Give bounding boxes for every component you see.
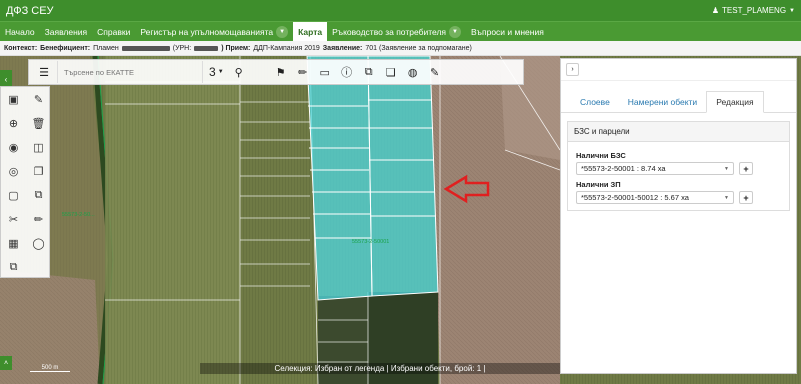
urn-label: (УРН: — [172, 44, 192, 52]
delete-icon[interactable]: 🗑 — [26, 111, 51, 135]
merge-icon[interactable]: ◎ — [1, 159, 26, 183]
nav-label: Начало — [5, 26, 35, 37]
chevron-right-icon[interactable]: › — [566, 63, 579, 76]
add-polygon-icon[interactable]: ▣ — [1, 87, 26, 111]
draw-icon[interactable]: ✏ — [26, 207, 51, 231]
rectangle-icon[interactable]: ▢ — [1, 183, 26, 207]
nav-label: Въпроси и мнения — [471, 26, 544, 37]
area-icon[interactable]: ▭ — [314, 61, 336, 83]
nav-label: Карта — [298, 26, 323, 37]
add-point-icon[interactable]: ⊕ — [1, 111, 26, 135]
bzs-row: *55573-2-50001 : 8.74 ха ▼ + — [576, 162, 781, 175]
beneficiary-label: Бенефициент: — [40, 44, 91, 52]
nav-item-reports[interactable]: Справки — [92, 22, 135, 41]
user-icon: ♟ — [711, 6, 720, 15]
nav-label: Заявления — [44, 26, 88, 37]
chevron-down-icon[interactable]: ▼ — [449, 25, 462, 38]
chevron-down-icon[interactable]: ▼ — [276, 25, 289, 38]
app-title: ДФЗ СЕУ — [6, 4, 54, 17]
edit-polygon-icon[interactable]: ✎ — [26, 87, 51, 111]
zoom-value: 3 — [209, 65, 216, 79]
main-nav: Начало Заявления Справки Регистър на упъ… — [0, 21, 801, 41]
nav-label: Регистър на упълномощаванията — [140, 26, 274, 37]
empty-slot — [26, 255, 51, 279]
caret-down-icon: ▼ — [724, 194, 729, 201]
context-bar: Контекст: Бенефициент: Пламен (УРН: ) Пр… — [0, 41, 801, 56]
nav-item-authorizations[interactable]: Регистър на упълномощаванията ▼ — [135, 22, 293, 41]
nav-label: Ръководство за потребителя — [332, 26, 447, 37]
nav-item-user-guide[interactable]: Ръководство за потребителя ▼ — [327, 22, 466, 41]
redacted-urn — [194, 45, 219, 51]
select-icon[interactable]: ❏ — [380, 61, 402, 83]
bzs-label: Налични БЗС — [576, 151, 626, 160]
expand-bottom-button[interactable]: ˄ — [0, 356, 12, 370]
locate-icon[interactable]: ◍ — [402, 61, 424, 83]
parcel-label-left: 55573-2-50... — [62, 212, 95, 218]
tab-edit[interactable]: Редакция — [706, 91, 764, 113]
split-icon[interactable]: ◫ — [26, 135, 51, 159]
nav-item-map[interactable]: Карта — [293, 22, 328, 41]
top-bar: ДФЗ СЕУ ♟ TEST_PLAMENG ▼ — [0, 0, 801, 21]
grid-icon[interactable]: ▦ — [1, 231, 26, 255]
section-body: Налични БЗС *55573-2-50001 : 8.74 ха ▼ +… — [568, 142, 789, 210]
side-panel: › Слоеве Намерени обекти Редакция БЗС и … — [560, 58, 797, 374]
map-toolbar: ☰ 3 ▼ ⚲ ⚑ ✏ ▭ ⓘ ⧉ ❏ ◍ ✎ — [28, 59, 524, 85]
add-bzs-button[interactable]: + — [739, 162, 753, 175]
nav-item-applications[interactable]: Заявления — [40, 22, 93, 41]
add-zp-button[interactable]: + — [739, 191, 753, 204]
status-bar: Селекция: Избран от легенда | Избрани об… — [200, 363, 560, 374]
zp-value: *55573-2-50001-50012 : 5.67 ха — [581, 193, 689, 202]
tab-found-objects[interactable]: Намерени обекти — [619, 92, 706, 112]
parcel-id: 55573-2-50001 — [352, 239, 390, 245]
bulgaria-map-icon[interactable]: ⚑ — [270, 61, 292, 83]
nav-item-home[interactable]: Начало — [0, 22, 40, 41]
toolbar-divider — [57, 61, 58, 83]
layers-icon[interactable]: ⧉ — [1, 255, 26, 279]
edit-icon[interactable]: ✎ — [424, 61, 446, 83]
overlap-icon[interactable]: ⧉ — [26, 183, 51, 207]
zp-label: Налични ЗП — [576, 180, 621, 189]
reception-label: ) Прием: — [221, 44, 251, 52]
bzs-select[interactable]: *55573-2-50001 : 8.74 ха ▼ — [576, 162, 734, 175]
bzs-section: БЗС и парцели Налични БЗС *55573-2-50001… — [567, 121, 790, 211]
application-label: Заявление: — [322, 44, 363, 52]
caret-down-icon: ▼ — [217, 69, 224, 75]
clear-icon[interactable]: ◯ — [26, 231, 51, 255]
layers-copy-icon[interactable]: ⧉ — [358, 61, 380, 83]
caret-down-icon: ▼ — [724, 165, 729, 172]
zoom-select[interactable]: 3 ▼ — [205, 65, 228, 79]
ekatte-search-input[interactable] — [60, 63, 200, 81]
parcel-label: 55573-2-50001 — [352, 239, 389, 245]
zp-row: *55573-2-50001-50012 : 5.67 ха ▼ + — [576, 191, 781, 204]
scale-bar: 500 m — [30, 365, 70, 372]
nav-item-faq[interactable]: Въпроси и мнения — [466, 22, 549, 41]
nav-label: Справки — [97, 26, 131, 37]
toolbar-divider — [202, 61, 203, 83]
redacted-text — [121, 45, 170, 51]
beneficiary-name: Пламен — [93, 44, 119, 52]
tab-layers[interactable]: Слоеве — [571, 92, 619, 112]
parcel-id: 55573-2-50... — [62, 212, 95, 218]
user-menu[interactable]: ♟ TEST_PLAMENG ▼ — [712, 6, 795, 15]
context-label: Контекст: — [4, 44, 38, 52]
application-value: 701 (Заявление за подпомагане) — [365, 44, 472, 52]
measure-icon[interactable]: ✏ — [292, 61, 314, 83]
section-title: БЗС и парцели — [568, 122, 789, 142]
panel-tabs: Слоеве Намерени обекти Редакция — [561, 81, 796, 113]
reception-value: ДДП-Кампания 2019 — [253, 44, 320, 52]
bzs-value: *55573-2-50001 : 8.74 ха — [581, 164, 666, 173]
copy-icon[interactable]: ❐ — [26, 159, 51, 183]
info-icon[interactable]: ⓘ — [336, 61, 358, 83]
edit-tools-panel: ▣ ✎ ⊕ 🗑 ◉ ◫ ◎ ❐ ▢ ⧉ ✂ ✏ ▦ ◯ ⧉ — [0, 86, 50, 278]
user-name: TEST_PLAMENG — [722, 6, 787, 15]
cut-icon[interactable]: ✂ — [1, 207, 26, 231]
panel-header: › — [561, 59, 796, 81]
search-icon[interactable]: ⚲ — [228, 61, 250, 83]
zp-select[interactable]: *55573-2-50001-50012 : 5.67 ха ▼ — [576, 191, 734, 204]
caret-down-icon: ▼ — [789, 7, 795, 14]
menu-icon[interactable]: ☰ — [33, 61, 55, 83]
fill-icon[interactable]: ◉ — [1, 135, 26, 159]
